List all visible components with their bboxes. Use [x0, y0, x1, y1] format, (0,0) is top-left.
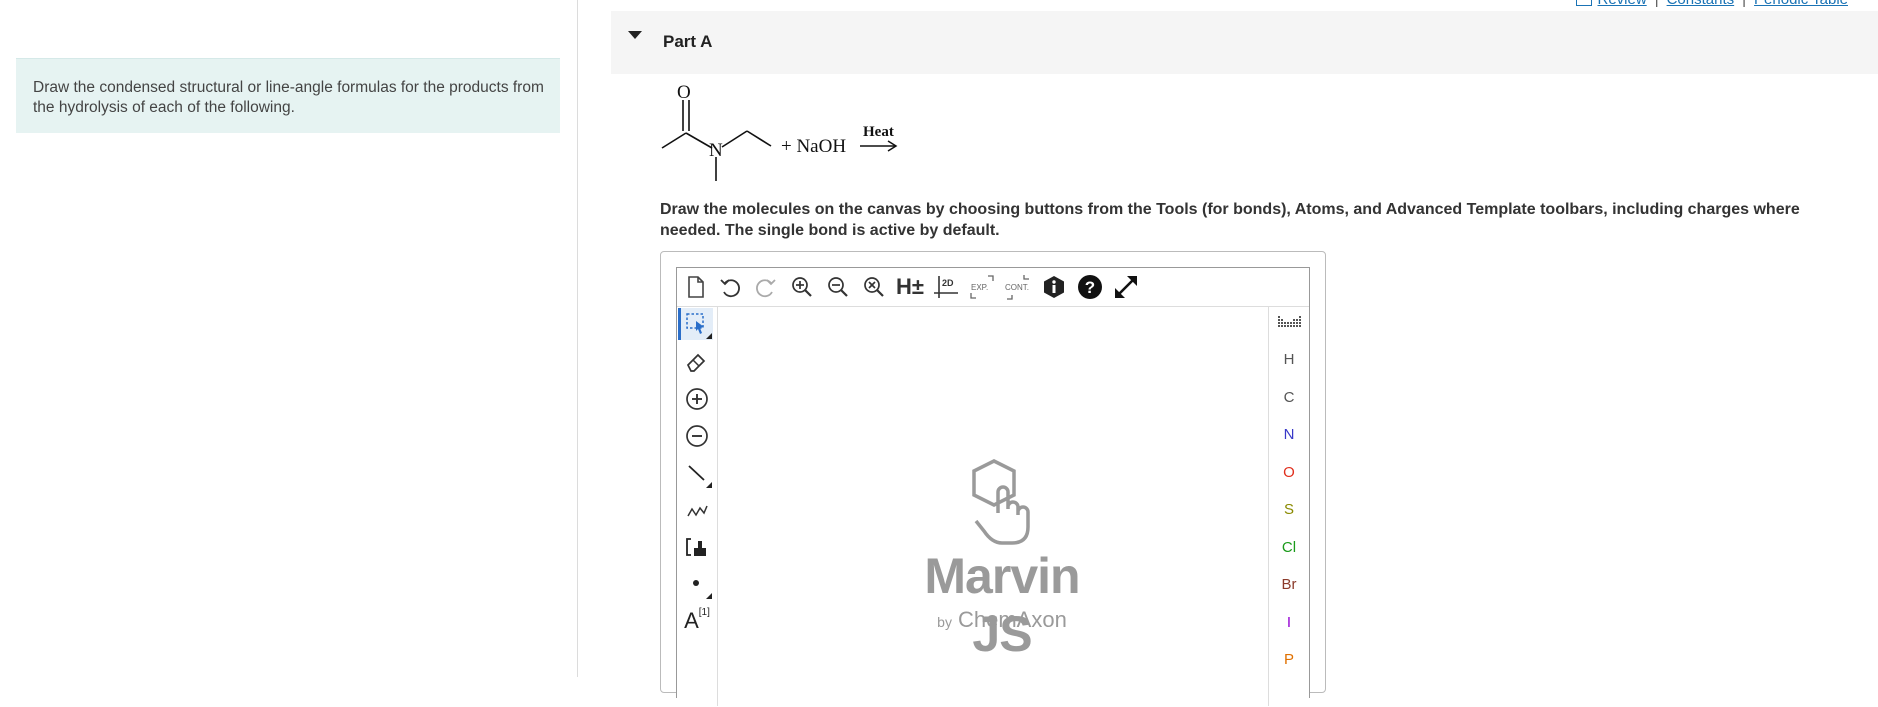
atoms-toolbar: H C N O S Cl Br I P [1268, 306, 1309, 706]
atom-i-button[interactable]: I [1269, 614, 1309, 631]
undo-icon[interactable] [715, 272, 745, 302]
negative-charge-icon[interactable] [681, 420, 713, 452]
oxygen-label: O [677, 82, 691, 103]
text-tool[interactable]: A [1] [681, 605, 713, 637]
help-icon[interactable]: ? [1075, 272, 1105, 302]
marvin-editor: H± 2D EXP. CONT. ? A [1] Marvin JS by Ch… [676, 267, 1310, 707]
zoom-out-icon[interactable] [823, 272, 853, 302]
sgroup-bracket-tool[interactable] [681, 531, 713, 563]
question-intro-panel: Draw the condensed structural or line-an… [16, 58, 560, 133]
tools-toolbar: A [1] [677, 306, 718, 706]
heat-label: Heat [863, 124, 894, 140]
top-links: Review | Constants | Periodic Table [1575, 0, 1848, 8]
fullscreen-icon[interactable] [1111, 272, 1141, 302]
new-document-icon[interactable] [681, 272, 711, 302]
marvin-sketcher: H± 2D EXP. CONT. ? A [1] Marvin JS by Ch… [660, 251, 1326, 707]
atom-n-button[interactable]: N [1269, 426, 1309, 443]
redo-icon[interactable] [751, 272, 781, 302]
info-icon[interactable] [1039, 272, 1069, 302]
positive-charge-icon[interactable] [681, 383, 713, 415]
marvin-js-title: Marvin JS [924, 548, 1080, 662]
atom-cl-button[interactable]: Cl [1269, 539, 1309, 556]
marvin-logo-icon [972, 459, 1030, 545]
clean-2d-button[interactable]: 2D [931, 272, 961, 302]
constants-link[interactable]: Constants [1667, 0, 1735, 8]
eraser-icon[interactable] [681, 346, 713, 378]
link-separator: | [1742, 0, 1746, 8]
marvin-logo: Marvin JS by ChemAxon [892, 457, 1112, 662]
link-separator: | [1655, 0, 1659, 8]
zoom-reset-icon[interactable] [859, 272, 889, 302]
reaction-diagram: O N + NaOH Heat [661, 82, 898, 181]
atom-h-button[interactable]: H [1269, 351, 1309, 368]
caret-down-icon[interactable] [628, 31, 642, 39]
chemaxon-label: ChemAxon [957, 607, 1067, 632]
periodic-table-icon[interactable] [1277, 314, 1303, 335]
help-label: ? [1085, 278, 1095, 297]
atom-o-button[interactable]: O [1269, 464, 1309, 481]
radical-tool[interactable] [681, 568, 713, 600]
review-icon [1575, 0, 1592, 7]
drawing-canvas[interactable]: Marvin JS by ChemAxon [718, 307, 1267, 707]
review-link[interactable]: Review [1598, 0, 1647, 8]
atom-s-button[interactable]: S [1269, 501, 1309, 518]
atom-p-button[interactable]: P [1269, 651, 1309, 668]
reagent-label: + NaOH [781, 136, 846, 157]
text-tool-superscript: [1] [698, 606, 710, 618]
text-tool-label: A [684, 608, 699, 633]
chain-tool[interactable] [681, 494, 713, 526]
part-title: Part A [663, 32, 713, 51]
drawing-instructions: Draw the molecules on the canvas by choo… [660, 201, 1800, 239]
clean-2d-label: 2D [942, 278, 954, 288]
selection-tool[interactable] [678, 308, 713, 340]
part-a-header[interactable]: Part A [611, 11, 1878, 74]
periodic-table-link[interactable]: Periodic Table [1754, 0, 1848, 8]
contract-group-button[interactable]: CONT. [1003, 272, 1033, 302]
zoom-in-icon[interactable] [787, 272, 817, 302]
chemaxon-credit: by ChemAxon [892, 607, 1112, 633]
by-label: by [937, 614, 952, 630]
expand-label: EXP. [971, 283, 988, 292]
atom-c-button[interactable]: C [1269, 389, 1309, 406]
hydrogens-button[interactable]: H± [895, 272, 925, 302]
single-bond-tool[interactable] [681, 457, 713, 489]
top-toolbar: H± 2D EXP. CONT. ? [677, 268, 1309, 307]
nitrogen-label: N [709, 140, 723, 161]
atom-br-button[interactable]: Br [1269, 576, 1309, 593]
expand-group-button[interactable]: EXP. [967, 272, 997, 302]
reaction-scheme: O N + NaOH Heat [650, 78, 950, 188]
panel-divider [577, 0, 578, 677]
contract-label: CONT. [1005, 283, 1029, 292]
question-intro-text: Draw the condensed structural or line-an… [33, 79, 544, 116]
